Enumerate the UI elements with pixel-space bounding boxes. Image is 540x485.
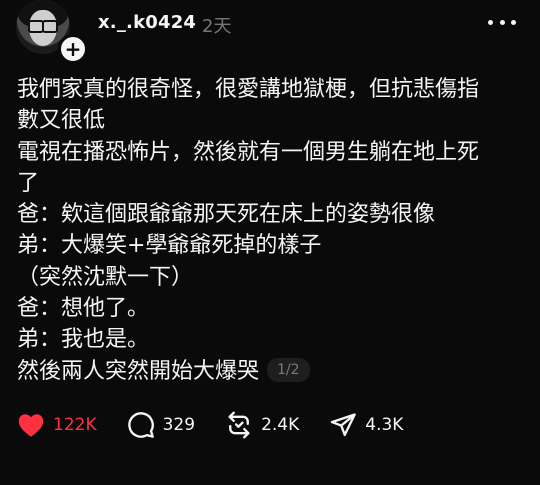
post-line: 爸：欸這個跟爺爺那天死在床上的姿勢很像 (17, 202, 436, 228)
repost-icon (225, 411, 253, 439)
heart-icon (17, 412, 45, 438)
share-button[interactable]: 4.3K (329, 410, 403, 440)
comment-button[interactable]: 329 (127, 410, 195, 440)
post-timestamp: 2天 (202, 16, 232, 37)
share-count: 4.3K (365, 415, 404, 435)
post-line: （突然沈默一下） (17, 264, 194, 290)
post-line-text: 然後兩人突然開始大爆哭 (17, 358, 260, 384)
repost-button[interactable]: 2.4K (225, 410, 299, 440)
page-indicator: 1/2 (267, 357, 310, 382)
post-line: 我們家真的很奇怪，很愛講地獄梗，但抗悲傷指 (17, 77, 480, 102)
post-line-last: 然後兩人突然開始大爆哭 1/2 (17, 356, 517, 387)
username[interactable]: x._.k0424 (98, 12, 196, 33)
post-line: 弟：我也是。 (17, 327, 150, 353)
more-icon[interactable] (488, 12, 516, 32)
repost-count: 2.4K (261, 415, 300, 435)
post-line: 爸：想他了。 (17, 296, 150, 322)
post-text: 我們家真的很奇怪，很愛講地獄梗，但抗悲傷指 數又很低 電視在播恐怖片，然後就有一… (17, 74, 517, 387)
like-button[interactable]: 122K (17, 410, 97, 440)
share-icon (329, 411, 357, 439)
avatar-glasses (28, 20, 58, 33)
post-line: 電視在播恐怖片，然後就有一個男生躺在地上死 (17, 139, 480, 165)
follow-plus-icon[interactable]: + (58, 34, 88, 64)
post-line: 數又很低 (17, 108, 106, 134)
comment-count: 329 (162, 415, 196, 435)
post-line: 弟：大爆笑+學爺爺死掉的樣子 (17, 233, 322, 259)
comment-icon (127, 411, 155, 439)
post-line: 了 (17, 170, 40, 196)
like-count: 122K (53, 415, 97, 435)
action-bar: 122K 329 2.4K 4.3K (17, 410, 433, 440)
